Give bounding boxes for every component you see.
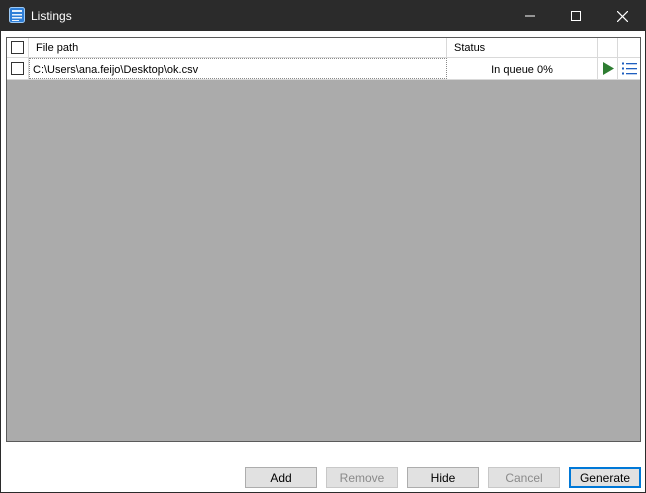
column-header-file-path-label: File path [36,42,79,54]
row-status-cell: In queue 0% [447,58,598,79]
maximize-icon [571,11,581,21]
window-title: Listings [31,9,72,23]
row-check-cell [7,58,29,79]
table-row[interactable]: C:\Users\ana.feijo\Desktop\ok.csv In que… [7,58,640,80]
hide-button[interactable]: Hide [407,467,479,488]
close-icon [616,10,628,22]
row-file-path: C:\Users\ana.feijo\Desktop\ok.csv [33,64,199,76]
list-document-icon [9,7,25,23]
listings-window: Listings File path Status C:\Users\ana.f… [0,0,646,493]
minimize-icon [525,15,535,17]
minimize-button[interactable] [507,1,553,31]
remove-button[interactable]: Remove [326,467,398,488]
column-header-file-path[interactable]: File path [29,38,447,57]
row-file-path-cell[interactable]: C:\Users\ana.feijo\Desktop\ok.csv [29,58,447,79]
cancel-button[interactable]: Cancel [488,467,560,488]
grid-header: File path Status [7,38,640,58]
close-button[interactable] [599,1,645,31]
play-icon [602,62,614,75]
row-status: In queue 0% [491,64,553,76]
row-run-button[interactable] [598,58,618,79]
title-bar[interactable]: Listings [1,1,645,31]
column-header-run [598,38,618,57]
select-all-checkbox[interactable] [11,41,24,54]
add-button[interactable]: Add [245,467,317,488]
select-all-cell [7,38,29,57]
row-checkbox[interactable] [11,62,24,75]
row-details-button[interactable] [618,58,640,79]
column-header-status-label: Status [454,42,486,54]
column-header-status[interactable]: Status [447,38,598,57]
listings-grid[interactable]: File path Status C:\Users\ana.feijo\Desk… [6,37,641,442]
generate-button[interactable]: Generate [569,467,641,488]
maximize-button[interactable] [553,1,599,31]
list-icon [621,62,637,75]
column-header-log [618,38,640,57]
